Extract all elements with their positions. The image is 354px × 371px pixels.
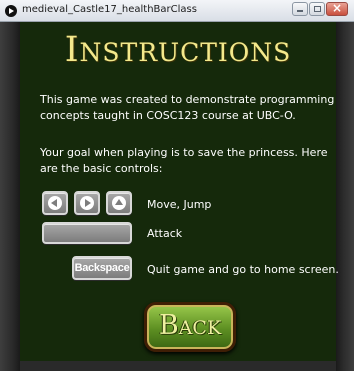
attack-label: Attack [147,227,183,240]
processing-app-icon [5,5,17,17]
up-arrow-key-icon [106,191,132,215]
back-button[interactable]: Back [144,302,236,352]
title-bar[interactable]: medieval_Castle17_healthBarClass [0,0,354,22]
maximize-button[interactable] [309,2,325,16]
spacebar-key-icon [42,222,132,244]
window-border-left [0,22,20,371]
right-arrow-key-icon [74,191,100,215]
intro-text: This game was created to demonstrate pro… [40,93,335,122]
backspace-key-icon: Backspace [72,256,132,280]
close-button[interactable] [326,1,348,16]
window-border-bottom [20,361,336,371]
minimize-button[interactable] [292,2,308,16]
quit-label: Quit game and go to home screen. [147,263,339,276]
left-arrow-icon [48,196,62,210]
window-title: medieval_Castle17_healthBarClass [22,4,197,15]
up-arrow-icon [112,196,126,210]
backspace-key-label: Backspace [74,262,130,274]
move-jump-label: Move, Jump [147,198,212,211]
right-arrow-icon [80,196,94,210]
instructions-heading: Instructions [64,30,292,70]
app-window: medieval_Castle17_healthBarClass Instruc… [0,0,354,371]
left-arrow-key-icon [42,191,68,215]
window-controls [292,1,348,16]
goal-text: Your goal when playing is to save the pr… [40,146,328,175]
window-border-right [336,22,354,371]
game-canvas[interactable]: Instructions This game was created to de… [20,22,339,361]
